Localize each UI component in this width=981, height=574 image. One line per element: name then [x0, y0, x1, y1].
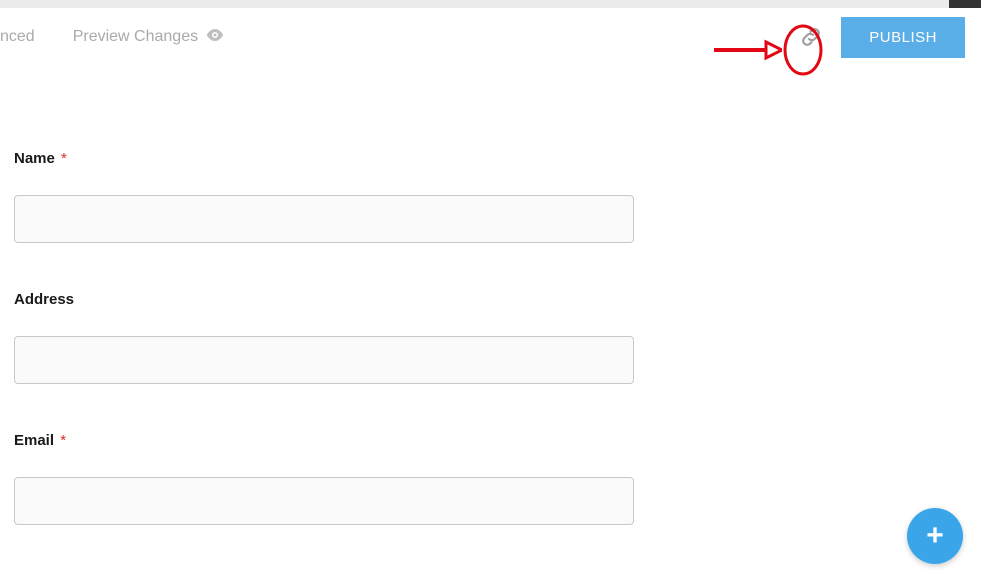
top-strip: [0, 0, 981, 8]
form-area: Name * Address Email *: [0, 70, 981, 525]
required-asterisk: *: [61, 150, 67, 167]
form-group-email: Email *: [14, 432, 981, 525]
email-label: Email *: [14, 432, 981, 449]
name-label-text: Name: [14, 150, 55, 167]
form-group-name: Name *: [14, 150, 981, 243]
address-label: Address: [14, 291, 981, 308]
add-fab-button[interactable]: +: [907, 508, 963, 564]
preview-label: Preview Changes: [73, 28, 198, 46]
dark-corner: [949, 0, 981, 8]
eye-icon: [206, 28, 224, 46]
address-input[interactable]: [14, 336, 634, 384]
publish-button[interactable]: PUBLISH: [841, 17, 965, 58]
form-group-address: Address: [14, 291, 981, 384]
preview-changes-link[interactable]: Preview Changes: [73, 28, 224, 46]
link-icon[interactable]: [799, 25, 823, 49]
address-label-text: Address: [14, 291, 74, 308]
email-label-text: Email: [14, 432, 54, 449]
name-input[interactable]: [14, 195, 634, 243]
name-label: Name *: [14, 150, 981, 167]
email-input[interactable]: [14, 477, 634, 525]
plus-icon: +: [926, 521, 944, 551]
toolbar-right: PUBLISH: [799, 17, 965, 58]
toolbar: nced Preview Changes PUBLISH: [0, 8, 981, 70]
required-asterisk: *: [60, 432, 66, 449]
toolbar-left: nced Preview Changes: [0, 28, 224, 46]
tab-partial-label[interactable]: nced: [0, 28, 35, 46]
